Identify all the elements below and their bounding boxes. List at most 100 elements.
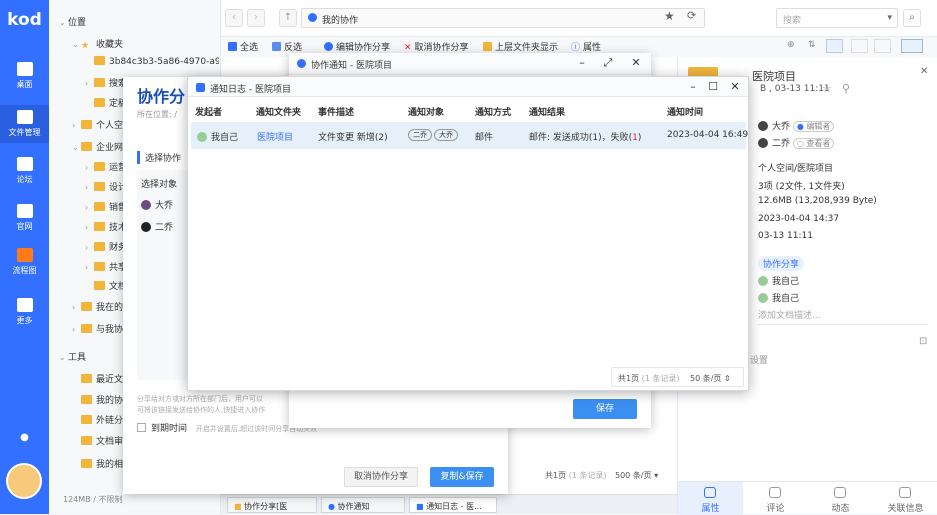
notify-dialog-title: 协作通知 - 医院项目	[311, 61, 392, 71]
back-button[interactable]: ‹	[225, 9, 243, 27]
notify-save-button[interactable]: 保存	[573, 399, 637, 419]
main-per-page-select[interactable]: 500 条/页 ▾	[615, 470, 658, 481]
col-event: 事件描述	[318, 108, 355, 118]
share-user-1[interactable]: 大乔	[141, 198, 173, 211]
view-icon-button[interactable]	[826, 39, 843, 53]
folder-icon: ★	[81, 41, 90, 50]
folder-icon	[94, 242, 105, 251]
properties-button[interactable]: ⓘ 属性	[571, 40, 601, 53]
star-icon[interactable]: ☆	[822, 82, 832, 95]
rail-forum[interactable]: 论坛	[0, 157, 49, 189]
invert-icon	[272, 42, 281, 51]
chevron-right-icon[interactable]: ›	[85, 223, 94, 232]
expand-icon[interactable]: ⊡	[919, 336, 927, 347]
sort-icon[interactable]: ⇅	[808, 40, 816, 50]
rail-flowchart[interactable]: 流程图	[0, 248, 49, 282]
props-title: 医院项目	[752, 70, 796, 83]
table-row[interactable]: 我自己 医院项目 文件变更 新增(2) 二乔 大乔 邮件 邮件: 发送成功(1)，…	[191, 122, 748, 149]
chevron-right-icon[interactable]: ›	[72, 303, 81, 312]
app-logo: kod	[7, 10, 42, 30]
chevron-right-icon[interactable]: ›	[85, 79, 94, 88]
share-badge[interactable]: 协作分享	[758, 256, 805, 271]
tree-item[interactable]: ⌄ 位置	[59, 15, 219, 28]
chevron-down-icon[interactable]: ▾	[887, 13, 892, 23]
folder-icon	[94, 78, 105, 87]
minimize-button[interactable]: –	[686, 80, 700, 93]
chevron-right-icon[interactable]: ›	[72, 325, 81, 334]
avatar	[758, 293, 768, 303]
close-icon[interactable]: ✕	[920, 66, 928, 77]
chevron-right-icon[interactable]: ›	[85, 203, 94, 212]
chevron-right-icon[interactable]: ›	[85, 263, 94, 272]
maximize-button[interactable]: ☐	[706, 80, 720, 93]
star-icon[interactable]: ★	[664, 9, 675, 23]
rail-file-manager[interactable]: 文件管理	[0, 105, 49, 143]
view-list-button[interactable]	[851, 39, 868, 53]
zoom-icon[interactable]: ⊕	[787, 40, 795, 50]
copy-save-button[interactable]: 复制&保存	[430, 467, 494, 487]
tab-properties[interactable]: 属性	[678, 482, 743, 515]
grid-icon	[16, 298, 33, 312]
top-bar: ‹ › ↑ 我的协作 ★ ⟳ 搜索 ▾ ⌕	[221, 0, 937, 37]
minimize-button[interactable]: –	[575, 56, 589, 69]
pin-icon[interactable]: ⚲	[842, 82, 850, 95]
folder-icon: ■	[234, 502, 242, 511]
maximize-button[interactable]: ⤢	[601, 56, 615, 70]
chevron-down-icon[interactable]: ⌄	[72, 143, 81, 152]
forward-button[interactable]: ›	[247, 9, 265, 27]
breadcrumb[interactable]: 我的协作	[322, 13, 358, 26]
chevron-right-icon[interactable]: ›	[85, 183, 94, 192]
description-input[interactable]: 添加文档描述...	[758, 308, 928, 325]
row-method: 邮件	[475, 133, 494, 143]
folder-icon	[16, 110, 33, 124]
rail-website[interactable]: 官网	[0, 204, 49, 236]
storage-usage: 124MB / 不限制	[63, 495, 123, 504]
rail-desktop[interactable]: 桌面	[0, 62, 49, 94]
props-user-2: 二乔 ○ 查看者	[758, 136, 835, 149]
props-owner-2: 我自己	[758, 291, 799, 304]
cancel-share-button[interactable]: ✕ 取消协作分享	[404, 40, 469, 53]
user-avatar[interactable]	[6, 463, 42, 499]
log-per-page-select[interactable]: 50 条/页 ⇕	[690, 373, 731, 384]
chevron-right-icon[interactable]: ›	[85, 163, 94, 172]
chevron-down-icon[interactable]: ⌄	[59, 18, 68, 27]
row-event: 文件变更 新增(2)	[318, 133, 388, 143]
cancel-share-dialog-button[interactable]: 取消协作分享	[344, 467, 418, 487]
task-share[interactable]: ■ 协作分享[医	[227, 497, 317, 513]
select-all-button[interactable]: 全选	[228, 40, 258, 53]
avatar	[758, 138, 768, 148]
folder-icon	[81, 374, 92, 383]
tab-activity[interactable]: 动态	[808, 482, 873, 515]
folder-icon	[94, 182, 105, 191]
parent-folder-button[interactable]: 上层文件夹显示	[483, 40, 558, 53]
col-target: 通知对象	[408, 108, 445, 118]
tree-item[interactable]: 3b84c3b3-5a86-4970-a9...	[85, 56, 219, 67]
close-button[interactable]: ✕	[728, 80, 742, 93]
tree-item[interactable]: ⌄ ★ 收藏夹	[72, 37, 219, 50]
refresh-icon[interactable]: ⟳	[687, 9, 696, 22]
view-split-button[interactable]	[874, 39, 891, 53]
tab-comments[interactable]: 评论	[743, 482, 808, 515]
chevron-down-icon[interactable]: ⌄	[59, 353, 68, 362]
chevron-down-icon[interactable]: ⌄	[72, 40, 81, 49]
invert-selection-button[interactable]: 反选	[272, 40, 302, 53]
chevron-right-icon[interactable]: ›	[72, 121, 81, 130]
tab-related[interactable]: 关联信息	[873, 482, 937, 515]
task-notify[interactable]: ● 协作通知	[321, 497, 405, 513]
search-button[interactable]: ⌕	[903, 9, 921, 27]
search-input[interactable]: 搜索 ▾	[776, 8, 898, 28]
task-log[interactable]: ■ 通知日志 - 医...	[409, 497, 497, 513]
props-setting[interactable]: 设置	[750, 353, 768, 366]
props-path: 个人空间/医院项目	[758, 164, 834, 174]
panel-toggle-button[interactable]	[901, 39, 923, 53]
address-bar[interactable]: 我的协作	[301, 8, 705, 28]
up-button[interactable]: ↑	[279, 9, 297, 27]
close-button[interactable]: ✕	[629, 56, 643, 69]
share-user-2[interactable]: 二乔	[141, 220, 173, 233]
row-folder-link[interactable]: 医院项目	[257, 130, 293, 143]
main-pager: 共1页 (1 条记录)	[545, 471, 607, 480]
edit-share-button[interactable]: 编辑协作分享	[324, 40, 390, 53]
rail-more[interactable]: 更多	[0, 298, 49, 330]
bell-icon[interactable]: ●	[0, 432, 49, 444]
chevron-right-icon[interactable]: ›	[85, 243, 94, 252]
